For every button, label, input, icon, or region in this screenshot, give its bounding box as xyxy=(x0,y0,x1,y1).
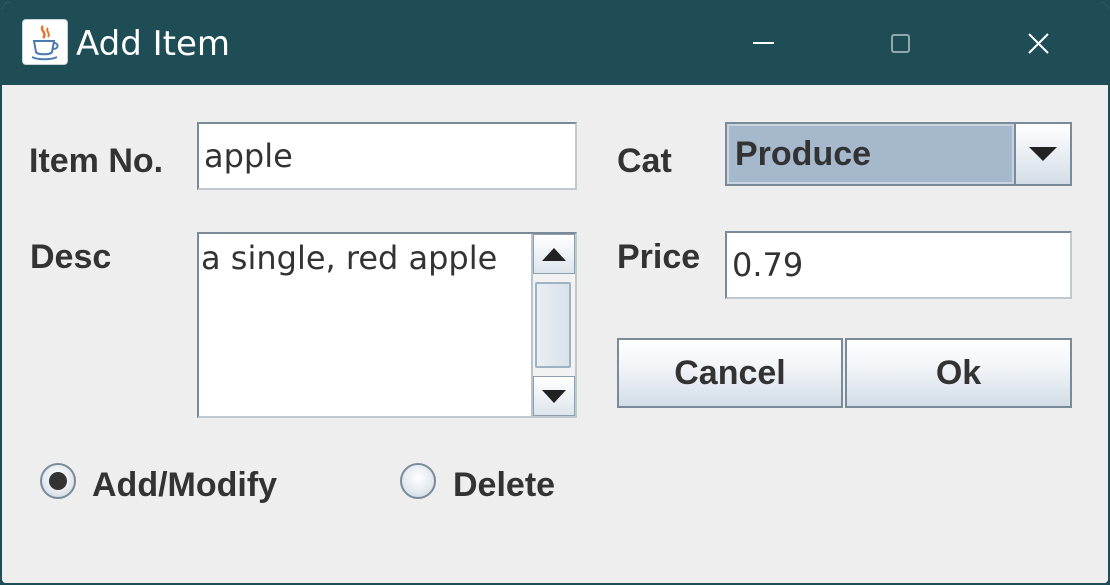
close-icon[interactable] xyxy=(1008,16,1068,70)
window-title: Add Item xyxy=(76,24,231,64)
scroll-up-arrow-icon[interactable] xyxy=(533,234,575,274)
cat-selected-value[interactable]: Produce xyxy=(727,124,1014,184)
dialog-content: Item No. Desc a single, red apple Cat Pr… xyxy=(2,85,1108,583)
delete-radio[interactable] xyxy=(400,463,436,499)
delete-radio-label[interactable]: Delete xyxy=(453,465,555,505)
desc-scrollbar[interactable] xyxy=(531,234,575,416)
scroll-down-arrow-icon[interactable] xyxy=(533,376,575,416)
price-field-frame xyxy=(725,231,1072,299)
title-bar[interactable]: Add Item xyxy=(2,2,1108,85)
desc-scroll-pane: a single, red apple xyxy=(197,232,577,418)
minimize-icon[interactable] xyxy=(733,16,793,70)
radio-selected-dot xyxy=(49,472,67,490)
add-modify-radio[interactable] xyxy=(40,463,76,499)
item-no-input[interactable] xyxy=(199,124,575,188)
java-cup-icon xyxy=(22,19,68,65)
cancel-button[interactable]: Cancel xyxy=(617,338,843,408)
ok-button[interactable]: Ok xyxy=(845,338,1072,408)
price-input[interactable] xyxy=(727,233,1070,297)
scroll-thumb[interactable] xyxy=(535,282,571,368)
price-label: Price xyxy=(617,238,701,276)
add-item-dialog: Add Item Item No. Desc a single, red app… xyxy=(0,0,1110,585)
cat-dropdown[interactable]: Produce xyxy=(725,122,1072,186)
chevron-down-icon[interactable] xyxy=(1014,124,1070,184)
maximize-icon[interactable] xyxy=(870,16,930,70)
cat-label: Cat xyxy=(617,142,672,180)
item-no-field-frame xyxy=(197,122,577,190)
desc-textarea[interactable]: a single, red apple xyxy=(199,234,529,416)
desc-label: Desc xyxy=(30,238,112,276)
add-modify-radio-label[interactable]: Add/Modify xyxy=(92,465,277,505)
item-no-label: Item No. xyxy=(29,142,164,180)
